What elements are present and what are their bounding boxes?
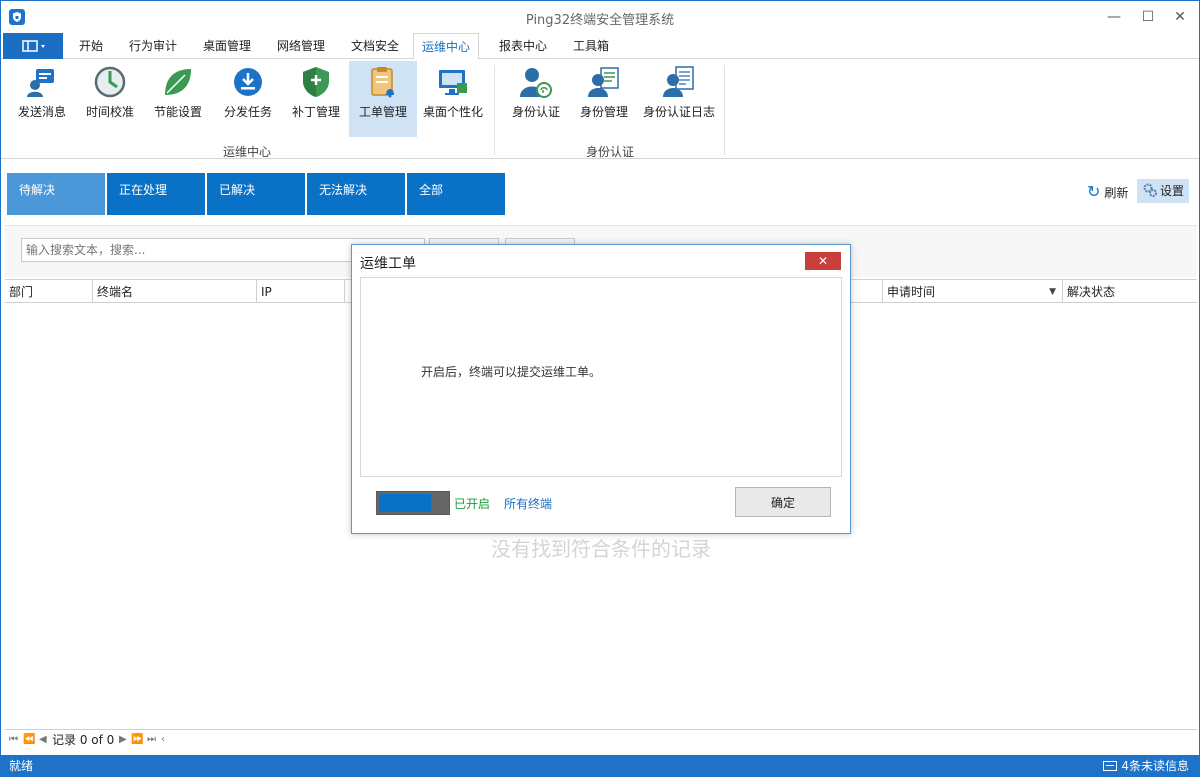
time-sync-button[interactable]: 时间校准: [79, 61, 141, 137]
title-bar: Ping32终端安全管理系统 — ☐ ✕: [1, 1, 1199, 33]
user-fingerprint-icon: [520, 68, 552, 98]
filter-unresolvable[interactable]: 无法解决: [307, 173, 405, 215]
pager: ⏮ ⏪ ◀ 记录 0 of 0 ▶ ⏩ ⏭ ‹: [5, 729, 1197, 749]
ribbon-label: 身份认证: [511, 105, 560, 119]
tab-behavior-audit[interactable]: 行为审计: [121, 33, 185, 59]
first-page-icon[interactable]: ⏮: [9, 730, 18, 750]
filter-all[interactable]: 全部: [407, 173, 505, 215]
refresh-label: 刷新: [1104, 186, 1129, 200]
shield-icon: [303, 67, 329, 97]
unread-messages[interactable]: 4条未读信息: [1103, 755, 1189, 777]
ribbon: 发送消息 时间校准 节能设置 分发任务 补丁管理 工单管理 桌面个性化 运维中心…: [1, 59, 1199, 159]
tab-ops-center[interactable]: 运维中心: [413, 33, 480, 60]
desktop-personalize-button[interactable]: 桌面个性化: [419, 61, 487, 137]
prev-page-icon[interactable]: ◀: [39, 730, 47, 750]
settings-button[interactable]: 设置: [1137, 179, 1189, 203]
dialog-body: 开启后，终端可以提交运维工单。: [360, 277, 842, 477]
status-ready: 就绪: [9, 759, 34, 773]
clock-icon: [94, 66, 126, 98]
ribbon-label: 分发任务: [223, 105, 272, 119]
filter-in-progress[interactable]: 正在处理: [107, 173, 205, 215]
enable-toggle[interactable]: [376, 491, 450, 515]
gear-icon: [1143, 183, 1157, 197]
next-page-icon[interactable]: ▶: [119, 730, 127, 750]
empty-message: 没有找到符合条件的记录: [491, 537, 711, 561]
toggle-on-indicator: [379, 494, 431, 512]
user-list-icon: [588, 67, 619, 97]
column-apply-time-label: 申请时间: [887, 285, 936, 299]
status-bar: 就绪 4条未读信息: [1, 755, 1199, 777]
group-label-ops: 运维中心: [222, 145, 271, 159]
identity-log-button[interactable]: 身份认证日志: [639, 61, 719, 137]
column-status[interactable]: 解决状态: [1063, 280, 1197, 304]
ticket-management-button[interactable]: 工单管理: [349, 61, 417, 137]
last-page-icon[interactable]: ⏭: [147, 730, 156, 750]
tab-desktop-management[interactable]: 桌面管理: [195, 33, 259, 59]
tab-report-center[interactable]: 报表中心: [491, 33, 555, 59]
dialog-title: 运维工单: [360, 256, 416, 272]
dialog-close-button[interactable]: ✕: [805, 252, 841, 270]
distribute-task-button[interactable]: 分发任务: [215, 61, 281, 137]
scroll-left-icon[interactable]: ‹: [161, 730, 165, 750]
settings-label: 设置: [1160, 184, 1185, 198]
prev-page-group-icon[interactable]: ⏪: [23, 730, 35, 750]
app-window: Ping32终端安全管理系统 — ☐ ✕ 开始 行为审计 桌面管理 网络管理 文…: [0, 0, 1200, 777]
filter-pending[interactable]: 待解决: [7, 173, 105, 215]
leaf-icon: [165, 69, 191, 95]
sort-down-icon: ▼: [1049, 287, 1056, 297]
column-department[interactable]: 部门: [5, 280, 93, 304]
filter-resolved[interactable]: 已解决: [207, 173, 305, 215]
toggle-state-label: 已开启: [454, 497, 491, 511]
window-title: Ping32终端安全管理系统: [525, 13, 675, 28]
unread-count: 4条未读信息: [1121, 759, 1189, 773]
refresh-icon: ↻: [1087, 182, 1101, 201]
column-ip[interactable]: IP: [257, 280, 345, 304]
ribbon-label: 节能设置: [153, 105, 202, 119]
minimize-button[interactable]: —: [1099, 5, 1129, 29]
identity-management-button[interactable]: 身份管理: [573, 61, 635, 137]
group-label-identity: 身份认证: [585, 145, 634, 159]
dialog-message: 开启后，终端可以提交运维工单。: [421, 365, 602, 379]
ribbon-label: 身份认证日志: [642, 105, 715, 119]
tab-toolbox[interactable]: 工具箱: [565, 33, 617, 59]
pager-record-count: 记录 0 of 0: [52, 733, 115, 747]
ribbon-label: 补丁管理: [291, 105, 340, 119]
user-log-icon: [663, 66, 694, 97]
mail-icon: [1103, 761, 1118, 771]
tab-start[interactable]: 开始: [71, 33, 111, 59]
app-menu-icon: [22, 40, 45, 52]
ribbon-label: 发送消息: [17, 105, 66, 119]
column-apply-time[interactable]: 申请时间 ▼: [883, 280, 1063, 304]
close-button[interactable]: ✕: [1165, 5, 1195, 29]
ribbon-label: 工单管理: [358, 105, 407, 119]
ribbon-label: 身份管理: [579, 105, 628, 119]
tab-network-management[interactable]: 网络管理: [269, 33, 333, 59]
group-separator: [724, 65, 725, 155]
refresh-button[interactable]: ↻ 刷新: [1087, 181, 1128, 203]
identity-auth-button[interactable]: 身份认证: [505, 61, 567, 137]
ok-button[interactable]: 确定: [735, 487, 831, 517]
send-message-button[interactable]: 发送消息: [11, 61, 73, 137]
ribbon-label: 桌面个性化: [422, 105, 483, 119]
energy-saving-button[interactable]: 节能设置: [147, 61, 209, 137]
column-terminal-name[interactable]: 终端名: [93, 280, 257, 304]
patch-management-button[interactable]: 补丁管理: [285, 61, 347, 137]
maximize-button[interactable]: ☐: [1133, 5, 1163, 29]
download-icon: [234, 68, 262, 96]
clipboard-bell-icon: [371, 67, 394, 98]
monitor-icon: [439, 70, 467, 95]
send-message-icon: [27, 69, 54, 97]
app-menu-button[interactable]: [3, 33, 63, 59]
group-separator: [494, 65, 495, 155]
next-page-group-icon[interactable]: ⏩: [131, 730, 143, 750]
tab-document-security[interactable]: 文档安全: [343, 33, 407, 59]
menu-bar: 开始 行为审计 桌面管理 网络管理 文档安全 运维中心 报表中心 工具箱: [1, 33, 1199, 60]
ribbon-label: 时间校准: [85, 105, 134, 119]
ticket-dialog: 运维工单 ✕ 开启后，终端可以提交运维工单。 已开启 所有终端 确定: [351, 244, 851, 534]
all-terminals-link[interactable]: 所有终端: [504, 495, 552, 512]
